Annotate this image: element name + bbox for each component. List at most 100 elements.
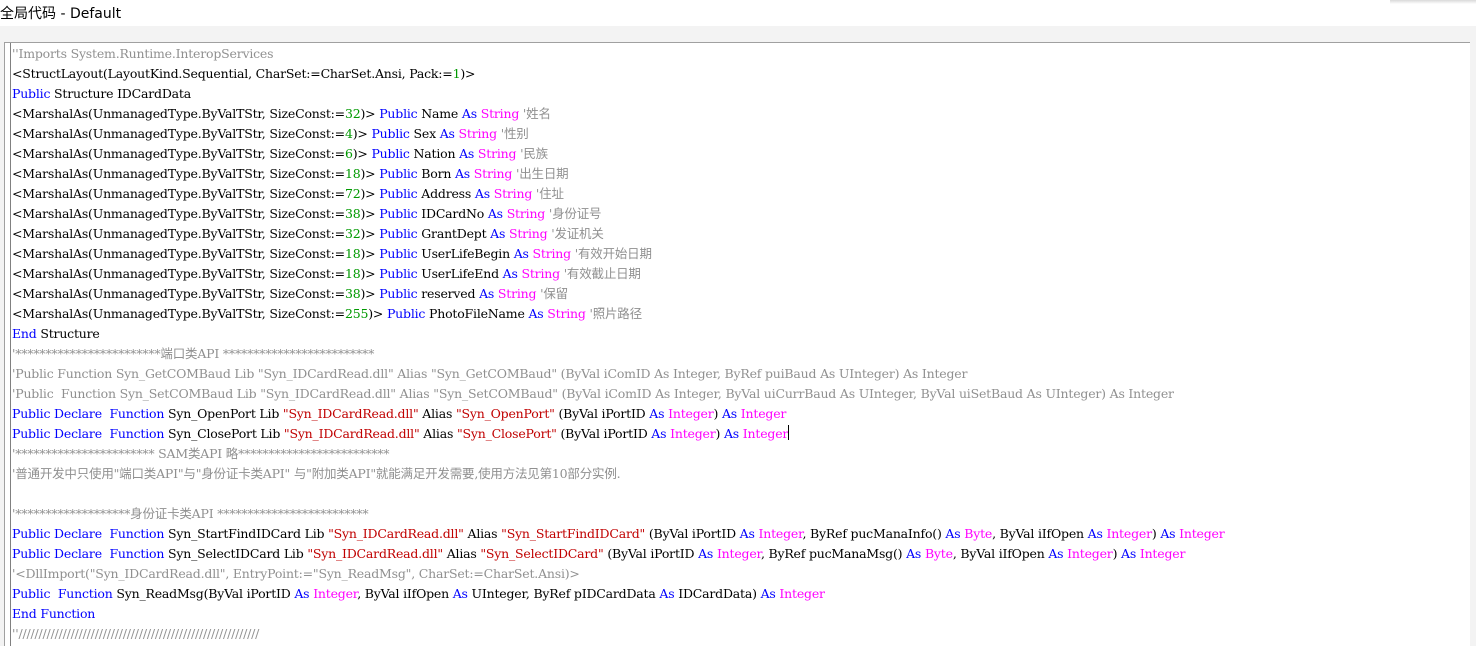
- keyword-token: Public: [12, 426, 51, 441]
- code-line[interactable]: ''Imports System.Runtime.InteropServices: [12, 44, 1476, 64]
- keyword-token: Public: [379, 266, 418, 281]
- code-line[interactable]: Public Declare Function Syn_ClosePort Li…: [12, 424, 1476, 444]
- comment-token: '普通开发中只使用"端口类API"与"身份证卡类API" 与"附加类API"就能…: [12, 466, 621, 481]
- keyword-token: Function: [109, 546, 165, 561]
- keyword-token: As: [513, 246, 529, 261]
- code-line[interactable]: '*********************** SAM类API 略******…: [12, 444, 1476, 464]
- keyword-token: As: [1087, 526, 1103, 541]
- keyword-token: As: [760, 586, 776, 601]
- code-token: UInteger, ByRef pIDCardData: [467, 586, 660, 601]
- type-token: String: [473, 166, 513, 181]
- keyword-token: Function: [109, 406, 165, 421]
- keyword-token: Public: [379, 286, 418, 301]
- code-token: )>: [360, 106, 380, 121]
- string-token: "Syn_ClosePort": [456, 426, 557, 441]
- keyword-token: As: [454, 166, 471, 181]
- code-line[interactable]: <MarshalAs(UnmanagedType.ByValTStr, Size…: [12, 284, 1476, 304]
- keyword-token: Declare: [54, 546, 102, 561]
- code-line[interactable]: '*******************身份证卡类API ***********…: [12, 504, 1476, 524]
- keyword-token: As: [461, 106, 477, 121]
- keyword-token: Public: [12, 406, 51, 421]
- number-token: 38: [344, 206, 361, 221]
- code-token: , ByRef pucManaInfo(): [802, 526, 946, 541]
- comment-token: 'Public Function Syn_GetCOMBaud Lib "Syn…: [12, 366, 968, 381]
- keyword-token: Public: [12, 526, 51, 541]
- keyword-token: Public: [12, 586, 51, 601]
- code-token: )>: [360, 286, 380, 301]
- code-token: <MarshalAs(UnmanagedType.ByValTStr, Size…: [12, 246, 345, 261]
- comment-token: '姓名: [522, 106, 551, 121]
- code-token: (ByVal iPortID: [556, 426, 652, 441]
- keyword-token: As: [1160, 526, 1176, 541]
- code-line[interactable]: <MarshalAs(UnmanagedType.ByValTStr, Size…: [12, 204, 1476, 224]
- code-line[interactable]: '<DllImport("Syn_IDCardRead.dll", EntryP…: [12, 564, 1476, 584]
- code-token: (ByVal iPortID: [645, 526, 740, 541]
- code-line[interactable]: <StructLayout(LayoutKind.Sequential, Cha…: [12, 64, 1476, 84]
- comment-token: '发证机关: [551, 226, 604, 241]
- keyword-token: As: [721, 406, 737, 421]
- type-token: Integer: [779, 586, 825, 601]
- comment-token: ''Imports System.Runtime.InteropServices: [12, 46, 274, 61]
- code-token: IDCardData): [674, 586, 761, 601]
- code-token: Sex: [409, 126, 440, 141]
- code-line[interactable]: End Function: [12, 604, 1476, 624]
- code-line[interactable]: '************************端口类API ********…: [12, 344, 1476, 364]
- type-token: Integer: [313, 586, 358, 601]
- keyword-token: End: [12, 606, 37, 621]
- code-line[interactable]: Public Declare Function Syn_OpenPort Lib…: [12, 404, 1476, 424]
- code-line[interactable]: <MarshalAs(UnmanagedType.ByValTStr, Size…: [12, 264, 1476, 284]
- code-line[interactable]: <MarshalAs(UnmanagedType.ByValTStr, Size…: [12, 184, 1476, 204]
- code-token: (ByVal iPortID: [603, 546, 699, 561]
- code-line[interactable]: 'Public Function Syn_SetCOMBaud Lib "Syn…: [12, 384, 1476, 404]
- code-line[interactable]: [12, 484, 1476, 504]
- title-bar: 全局代码 - Default: [0, 0, 1476, 26]
- keyword-token: Declare: [54, 406, 102, 421]
- code-line[interactable]: '普通开发中只使用"端口类API"与"身份证卡类API" 与"附加类API"就能…: [12, 464, 1476, 484]
- keyword-token: End: [12, 326, 37, 341]
- type-token: String: [477, 146, 517, 161]
- code-line[interactable]: <MarshalAs(UnmanagedType.ByValTStr, Size…: [12, 164, 1476, 184]
- code-line[interactable]: Public Structure IDCardData: [12, 84, 1476, 104]
- code-editor[interactable]: ''Imports System.Runtime.InteropServices…: [4, 42, 1476, 646]
- code-token: <MarshalAs(UnmanagedType.ByValTStr, Size…: [12, 226, 345, 241]
- keyword-token: Public: [379, 246, 418, 261]
- code-line[interactable]: Public Declare Function Syn_StartFindIDC…: [12, 524, 1476, 544]
- code-line[interactable]: <MarshalAs(UnmanagedType.ByValTStr, Size…: [12, 144, 1476, 164]
- code-line[interactable]: End Structure: [12, 324, 1476, 344]
- keyword-token: Public: [379, 186, 418, 201]
- code-line[interactable]: Public Function Syn_ReadMsg(ByVal iPortI…: [12, 584, 1476, 604]
- keyword-token: As: [487, 206, 503, 221]
- type-token: String: [521, 266, 560, 281]
- comment-token: ''//////////////////////////////////////…: [12, 626, 260, 641]
- title-bar-edge: [1390, 0, 1476, 4]
- keyword-token: Public: [12, 86, 51, 101]
- string-token: "Syn_OpenPort": [455, 406, 555, 421]
- code-line[interactable]: <MarshalAs(UnmanagedType.ByValTStr, Size…: [12, 124, 1476, 144]
- code-line[interactable]: <MarshalAs(UnmanagedType.ByValTStr, Size…: [12, 104, 1476, 124]
- keyword-token: Function: [109, 426, 165, 441]
- text-caret: [788, 425, 790, 440]
- code-token: Syn_StartFindIDCard Lib: [164, 526, 329, 541]
- comment-token: '出生日期: [516, 166, 569, 181]
- keyword-token: As: [659, 586, 675, 601]
- code-line[interactable]: Public Declare Function Syn_SelectIDCard…: [12, 544, 1476, 564]
- type-token: Integer: [668, 406, 714, 421]
- comment-token: '有效截止日期: [563, 266, 641, 281]
- code-line[interactable]: <MarshalAs(UnmanagedType.ByValTStr, Size…: [12, 224, 1476, 244]
- code-token: Address: [417, 186, 475, 201]
- code-line[interactable]: <MarshalAs(UnmanagedType.ByValTStr, Size…: [12, 244, 1476, 264]
- type-token: Integer: [1179, 526, 1225, 541]
- string-token: "Syn_IDCardRead.dll": [307, 546, 443, 561]
- keyword-token: Public: [379, 226, 418, 241]
- code-line[interactable]: 'Public Function Syn_GetCOMBaud Lib "Syn…: [12, 364, 1476, 384]
- code-token: <MarshalAs(UnmanagedType.ByValTStr, Size…: [12, 146, 345, 161]
- code-line[interactable]: <MarshalAs(UnmanagedType.ByValTStr, Size…: [12, 304, 1476, 324]
- code-line[interactable]: ''//////////////////////////////////////…: [12, 624, 1476, 644]
- number-token: 6: [344, 146, 353, 161]
- code-token: <MarshalAs(UnmanagedType.ByValTStr, Size…: [12, 126, 345, 141]
- number-token: 18: [344, 166, 361, 181]
- code-area[interactable]: ''Imports System.Runtime.InteropServices…: [12, 44, 1476, 644]
- keyword-token: As: [528, 306, 544, 321]
- code-token: <MarshalAs(UnmanagedType.ByValTStr, Size…: [12, 266, 345, 281]
- keyword-token: Public: [379, 166, 418, 181]
